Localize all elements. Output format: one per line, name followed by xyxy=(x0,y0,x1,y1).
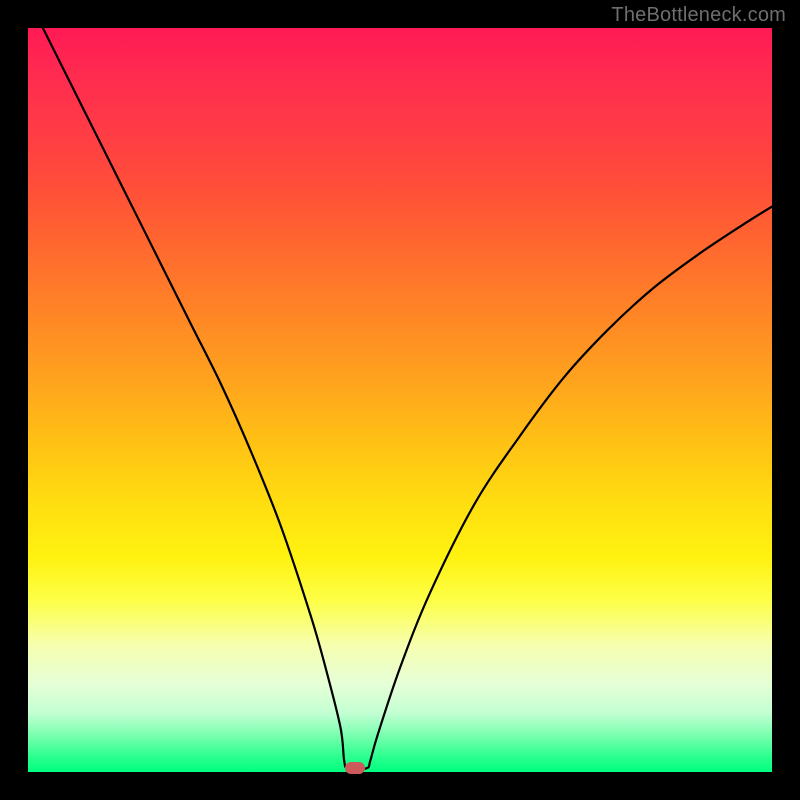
watermark-text: TheBottleneck.com xyxy=(611,4,786,27)
chart-frame: TheBottleneck.com xyxy=(0,0,800,800)
optimum-marker xyxy=(345,762,365,774)
plot-area xyxy=(28,28,772,772)
bottleneck-curve xyxy=(43,28,772,769)
curve-svg xyxy=(28,28,772,772)
